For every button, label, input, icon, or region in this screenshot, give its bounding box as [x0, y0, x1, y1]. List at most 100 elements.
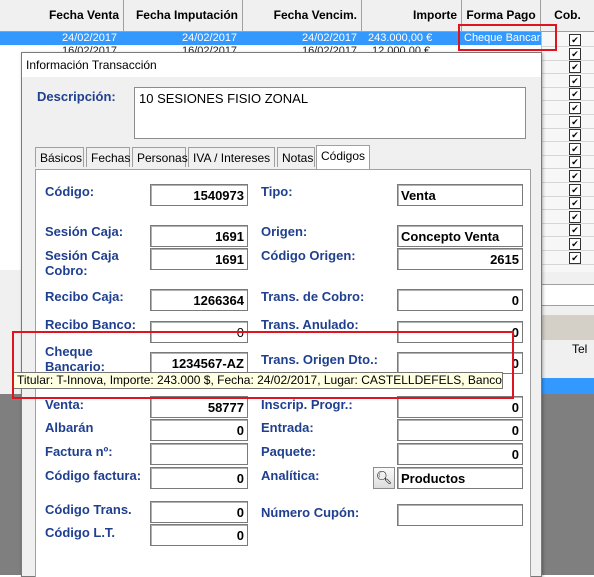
row-divider	[542, 236, 594, 238]
factura-field[interactable]	[150, 443, 248, 465]
table-row-selected[interactable]: 24/02/2017 24/02/2017 24/02/2017 243.000…	[0, 32, 594, 45]
column-header-fecha-venta[interactable]: Fecha Venta	[0, 0, 124, 31]
entrada-label: Entrada:	[261, 420, 314, 435]
row-divider	[542, 195, 594, 197]
codigo-factura-field[interactable]: 0	[150, 467, 248, 489]
column-header-tel[interactable]: Tel	[572, 342, 587, 356]
tab-iva-intereses[interactable]: IVA / Intereses	[188, 147, 275, 167]
analitica-field[interactable]: Productos	[397, 467, 523, 489]
cobrado-checkbox[interactable]: ✔	[569, 34, 581, 46]
origen-field[interactable]: Concepto Venta	[397, 225, 523, 247]
cobrado-checkbox[interactable]: ✔	[569, 88, 581, 101]
tipo-field[interactable]: Venta	[397, 184, 523, 206]
venta-field[interactable]: 58777	[150, 396, 248, 418]
row-divider	[542, 73, 594, 75]
paquete-label: Paquete:	[261, 444, 316, 459]
row-divider	[542, 263, 594, 265]
trans-anulado-field[interactable]: 0	[397, 321, 523, 343]
codigo-origen-field[interactable]: 2615	[397, 248, 523, 270]
column-header-fecha-vencim[interactable]: Fecha Vencim.	[243, 0, 362, 31]
entrada-field[interactable]: 0	[397, 419, 523, 441]
column-header-importe[interactable]: Importe	[362, 0, 462, 31]
paquete-field[interactable]: 0	[397, 443, 523, 465]
row-divider	[542, 100, 594, 102]
row-divider	[542, 86, 594, 88]
tab-codigos[interactable]: Códigos	[316, 145, 370, 169]
cobrado-checkbox[interactable]: ✔	[569, 115, 581, 128]
cobrado-checkbox[interactable]: ✔	[569, 210, 581, 223]
recibo-banco-field[interactable]: 0	[150, 321, 248, 343]
cheque-bancario-label: Cheque Bancario:	[45, 344, 105, 374]
row-divider	[542, 168, 594, 170]
cobrado-checkbox[interactable]: ✔	[569, 183, 581, 196]
background-input[interactable]	[541, 284, 594, 306]
tab-basicos[interactable]: Básicos	[35, 147, 84, 167]
table-row-selected[interactable]	[541, 378, 594, 394]
sesion-caja-cobro-label: Sesión Caja Cobro:	[45, 248, 119, 278]
codigo-lt-label: Código L.T.	[45, 525, 116, 540]
cobrado-checkbox[interactable]: ✔	[569, 129, 581, 142]
cobrado-checkbox[interactable]: ✔	[569, 224, 581, 237]
dialog-title: Información Transacción	[22, 53, 541, 77]
tab-personas[interactable]: Personas	[132, 147, 188, 167]
cobrado-checkbox[interactable]: ✔	[569, 156, 581, 169]
trans-de-cobro-field[interactable]: 0	[397, 289, 523, 311]
cobrado-checkbox[interactable]: ✔	[569, 197, 581, 210]
row-divider	[542, 46, 594, 47]
analitica-label: Analítica:	[261, 468, 320, 483]
row-divider	[542, 59, 594, 61]
numero-cupon-field[interactable]	[397, 504, 523, 526]
codigo-field[interactable]: 1540973	[150, 184, 248, 206]
codigo-origen-label: Código Origen:	[261, 248, 356, 263]
recibo-banco-label: Recibo Banco:	[45, 317, 137, 332]
cob-column: ✔ ✔ ✔ ✔ ✔ ✔ ✔ ✔ ✔ ✔ ✔ ✔ ✔ ✔ ✔ ✔ ✔	[541, 32, 594, 272]
codigo-lt-field[interactable]: 0	[150, 524, 248, 546]
cobrado-checkbox[interactable]: ✔	[569, 170, 581, 182]
venta-label: Venta:	[45, 397, 85, 412]
cobrado-checkbox[interactable]: ✔	[569, 142, 581, 155]
grid-header: Fecha Venta Fecha Imputación Fecha Venci…	[0, 0, 594, 32]
cobrado-checkbox[interactable]: ✔	[569, 61, 581, 74]
recibo-caja-field[interactable]: 1266364	[150, 289, 248, 311]
tipo-label: Tipo:	[261, 184, 293, 199]
row-divider	[542, 141, 594, 143]
cell-importe: 243.000,00 €	[368, 32, 433, 44]
factura-label: Factura nº:	[45, 444, 113, 459]
column-header-forma-pago[interactable]: Forma Pago	[462, 0, 541, 31]
cell-fecha-vencim: 24/02/2017	[302, 32, 358, 44]
codigo-trans-field[interactable]: 0	[150, 501, 248, 523]
column-header-fecha-imputacion[interactable]: Fecha Imputación	[124, 0, 243, 31]
sesion-caja-cobro-field[interactable]: 1691	[150, 248, 248, 270]
row-divider	[542, 127, 594, 129]
search-icon[interactable]: 🔍︎	[373, 467, 395, 489]
cheque-bancario-field[interactable]: 1234567-AZ	[150, 352, 248, 374]
tab-fechas[interactable]: Fechas	[86, 147, 130, 167]
column-header-cob[interactable]: Cob.	[541, 0, 594, 31]
cobrado-checkbox[interactable]: ✔	[569, 238, 581, 250]
trans-origen-dto-label: Trans. Origen Dto.:	[261, 352, 379, 367]
inscrip-progr-label: Inscrip. Progr.:	[261, 397, 353, 412]
row-divider	[542, 222, 594, 224]
cobrado-checkbox[interactable]: ✔	[569, 251, 581, 264]
recibo-caja-label: Recibo Caja:	[45, 289, 124, 304]
row-divider	[542, 154, 594, 156]
cobrado-checkbox[interactable]: ✔	[569, 47, 581, 60]
transaction-info-dialog: Información Transacción Descripción: 10 …	[21, 52, 542, 577]
row-divider	[542, 182, 594, 183]
row-divider	[542, 209, 594, 211]
albaran-field[interactable]: 0	[150, 419, 248, 441]
inscrip-progr-field[interactable]: 0	[397, 396, 523, 418]
codigo-factura-label: Código factura:	[45, 468, 142, 483]
numero-cupon-label: Número Cupón:	[261, 505, 360, 520]
background-toolbar	[541, 315, 594, 340]
row-divider	[542, 250, 594, 251]
sesion-caja-field[interactable]: 1691	[150, 225, 248, 247]
description-label: Descripción:	[37, 89, 116, 104]
cell-forma-pago: Cheque Bancario	[464, 32, 550, 44]
cobrado-checkbox[interactable]: ✔	[569, 74, 581, 87]
cobrado-checkbox[interactable]: ✔	[569, 102, 581, 114]
codigo-label: Código:	[45, 184, 95, 199]
tab-notas[interactable]: Notas	[277, 147, 315, 167]
description-field[interactable]: 10 SESIONES FISIO ZONAL	[134, 87, 526, 139]
trans-origen-dto-field[interactable]: 0	[397, 352, 523, 374]
